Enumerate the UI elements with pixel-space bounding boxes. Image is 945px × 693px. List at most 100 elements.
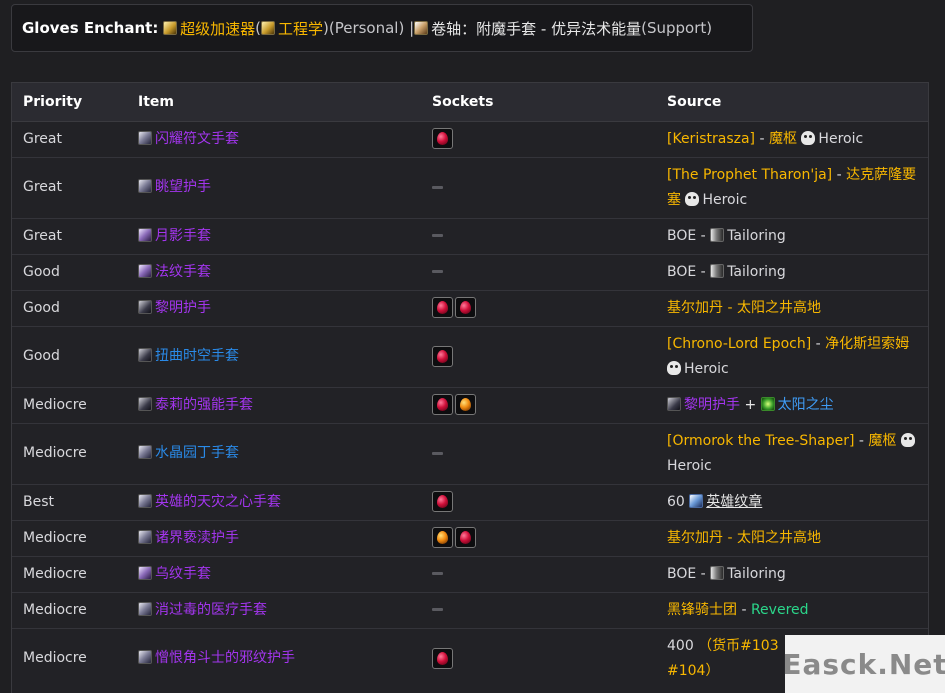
- emblem-icon: [689, 493, 704, 508]
- sockets-cell: [421, 627, 656, 689]
- no-socket-dash: [432, 608, 443, 611]
- zone-link[interactable]: 净化斯坦索姆: [825, 336, 909, 352]
- priority-cell: Good: [12, 289, 127, 326]
- table-row: Mediocre 水晶园丁手套 [Ormorok the Tree-Shaper…: [12, 422, 928, 484]
- boss-link[interactable]: 基尔加丹: [667, 300, 723, 316]
- item-link[interactable]: 扭曲时空手套: [155, 348, 239, 364]
- source-cell: BOE - Tailoring: [656, 217, 928, 254]
- glove-icon: [138, 227, 152, 242]
- priority-cell: Good: [12, 253, 127, 290]
- plus-sign: +: [740, 396, 761, 413]
- currency-link-2[interactable]: #104）: [667, 663, 719, 679]
- item-link[interactable]: 乌纹手套: [155, 566, 211, 582]
- table-row: Great 月影手套 BOE - Tailoring: [12, 217, 928, 254]
- sockets-cell: [421, 519, 656, 556]
- enchant-profession-link[interactable]: 工程学: [278, 18, 323, 39]
- zone-link[interactable]: 太阳之井高地: [737, 300, 821, 316]
- table-row: Good 黎明护手 基尔加丹 - 太阳之井高地: [12, 289, 928, 326]
- item-link[interactable]: 闪耀符文手套: [155, 131, 239, 147]
- source-cell: [Keristrasza] - 魔枢 Heroic: [656, 120, 928, 157]
- item-cell: 扭曲时空手套: [127, 325, 421, 387]
- enchant-scroll-link[interactable]: 卷轴：附魔手套 - 优异法术能量: [431, 18, 641, 39]
- enchant-primary-link[interactable]: 超级加速器: [180, 18, 255, 39]
- zone-link[interactable]: 魔枢: [868, 433, 896, 449]
- red-gem-icon: [432, 297, 453, 318]
- item-link[interactable]: 憎恨角斗士的邪纹护手: [155, 650, 295, 666]
- table-row: Mediocre 泰莉的强能手套 黎明护手 + 太阳之尘: [12, 386, 928, 423]
- table-header-row: Priority Item Sockets Source: [12, 83, 928, 122]
- item-link[interactable]: 法纹手套: [155, 264, 211, 280]
- currency-link[interactable]: （货币#103: [698, 638, 778, 654]
- tailoring-icon: [710, 263, 725, 278]
- enchant-support: (Support): [641, 19, 713, 37]
- heroic-label: Heroic: [702, 191, 748, 208]
- recipe-item-link[interactable]: 黎明护手: [684, 397, 740, 413]
- boss-link[interactable]: [Chrono-Lord Epoch]: [667, 336, 811, 352]
- item-link[interactable]: 英雄的天灾之心手套: [155, 494, 281, 510]
- priority-cell: Best: [12, 483, 127, 520]
- table-row: Mediocre 乌纹手套 BOE - Tailoring: [12, 555, 928, 592]
- emblem-link[interactable]: 英雄纹章: [706, 494, 762, 510]
- source-cell: [Chrono-Lord Epoch] - 净化斯坦索姆 Heroic: [656, 325, 928, 387]
- orange-gem-icon: [455, 394, 476, 415]
- item-cell: 憎恨角斗士的邪纹护手: [127, 627, 421, 689]
- item-link[interactable]: 诸界亵渎护手: [155, 530, 239, 546]
- profession-label[interactable]: Tailoring: [727, 566, 786, 582]
- reputation-level: Revered: [750, 601, 809, 618]
- source-sep: -: [755, 130, 769, 147]
- item-link[interactable]: 眺望护手: [155, 179, 211, 195]
- item-link[interactable]: 黎明护手: [155, 300, 211, 316]
- sockets-cell: [421, 325, 656, 387]
- item-cell: 水晶园丁手套: [127, 422, 421, 484]
- item-link[interactable]: 月影手套: [155, 228, 211, 244]
- item-cell: 月影手套: [127, 217, 421, 254]
- header-priority: Priority: [12, 83, 127, 122]
- boss-link[interactable]: 基尔加丹: [667, 530, 723, 546]
- source-sep: -: [737, 601, 751, 618]
- boss-link[interactable]: [Keristrasza]: [667, 131, 755, 147]
- item-link[interactable]: 泰莉的强能手套: [155, 397, 253, 413]
- item-link[interactable]: 消过毒的医疗手套: [155, 602, 267, 618]
- red-gem-icon: [432, 345, 453, 367]
- item-link[interactable]: 水晶园丁手套: [155, 445, 239, 461]
- sockets-cell: [421, 120, 656, 157]
- priority-cell: Mediocre: [12, 627, 127, 689]
- boss-link[interactable]: [The Prophet Tharon'ja]: [667, 167, 832, 183]
- skull-icon: [900, 432, 915, 447]
- source-cell: 基尔加丹 - 太阳之井高地: [656, 519, 928, 556]
- priority-cell: Great: [12, 156, 127, 218]
- source-sep: -: [723, 299, 737, 316]
- item-cell: 法纹手套: [127, 253, 421, 290]
- item-cell: 眺望护手: [127, 156, 421, 218]
- sockets-cell: [421, 217, 656, 254]
- profession-label[interactable]: Tailoring: [727, 228, 786, 244]
- zone-link[interactable]: 太阳之井高地: [737, 530, 821, 546]
- priority-cell: Mediocre: [12, 386, 127, 423]
- red-gem-icon: [432, 394, 453, 415]
- enchant-personal: (Personal) |: [328, 19, 415, 37]
- glove-icon: [138, 650, 152, 665]
- priority-cell: Mediocre: [12, 591, 127, 628]
- profession-label[interactable]: Tailoring: [727, 264, 786, 280]
- boss-link[interactable]: [Ormorok the Tree-Shaper]: [667, 433, 854, 449]
- glove-icon: [138, 565, 152, 580]
- item-cell: 泰莉的强能手套: [127, 386, 421, 423]
- no-socket-dash: [432, 234, 443, 237]
- heroic-label: Heroic: [818, 130, 864, 147]
- heroic-label: Heroic: [667, 457, 712, 474]
- enchant-icon: [163, 21, 178, 35]
- glove-icon: [138, 299, 152, 314]
- faction-link[interactable]: 黑锋骑士团: [667, 602, 737, 618]
- glove-icon: [138, 130, 152, 145]
- source-sep: -: [854, 432, 869, 449]
- source-sep: -: [723, 529, 737, 546]
- reagent-link[interactable]: 太阳之尘: [778, 397, 834, 413]
- zone-link[interactable]: 魔枢: [769, 131, 797, 147]
- priority-cell: Great: [12, 120, 127, 157]
- gloves-enchant-box: Gloves Enchant: 超级加速器 ( 工程学 ) (Personal)…: [11, 4, 753, 52]
- item-cell: 英雄的天灾之心手套: [127, 483, 421, 520]
- table-row: Good 法纹手套 BOE - Tailoring: [12, 253, 928, 290]
- heroic-label: Heroic: [684, 360, 729, 377]
- sockets-cell: [421, 591, 656, 628]
- table-row: Mediocre 诸界亵渎护手 基尔加丹 - 太阳之井高地: [12, 519, 928, 556]
